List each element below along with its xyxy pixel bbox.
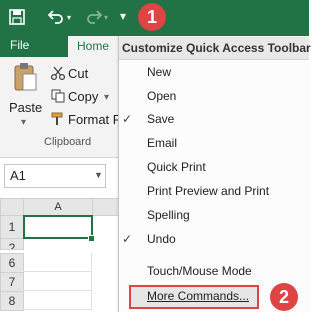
copy-button[interactable]: Copy bbox=[68, 89, 98, 104]
redo-dropdown-icon[interactable]: ▾ bbox=[104, 10, 108, 26]
menu-item-label: Quick Print bbox=[147, 160, 206, 174]
menu-item-label: Touch/Mouse Mode bbox=[147, 264, 252, 278]
menu-title: Customize Quick Access Toolbar bbox=[122, 41, 311, 55]
step-2-badge: 2 bbox=[270, 283, 298, 311]
undo-icon[interactable] bbox=[47, 8, 64, 28]
column-header-b[interactable] bbox=[92, 198, 120, 216]
menu-item-label: Spelling bbox=[147, 208, 190, 222]
step-1-badge: 1 bbox=[138, 3, 166, 31]
menu-item-label: Save bbox=[147, 112, 175, 126]
copy-icon[interactable] bbox=[51, 89, 65, 106]
cell[interactable] bbox=[23, 272, 92, 291]
row-header-6[interactable]: 6 bbox=[0, 253, 24, 273]
row-header-8[interactable]: 8 bbox=[0, 291, 24, 311]
tab-file[interactable]: File bbox=[10, 38, 29, 52]
menu-item-label: Undo bbox=[147, 232, 176, 246]
cut-button[interactable]: Cut bbox=[68, 66, 88, 81]
name-box-dropdown-icon[interactable]: ▼ bbox=[94, 170, 103, 180]
menu-item-label: More Commands... bbox=[147, 289, 250, 303]
tab-home[interactable]: Home bbox=[68, 36, 118, 57]
row-header-1[interactable]: 1 bbox=[0, 215, 24, 239]
select-all-corner[interactable] bbox=[0, 198, 24, 216]
redo-icon[interactable] bbox=[86, 8, 103, 28]
customize-qat-dropdown-icon[interactable]: ▾ bbox=[120, 8, 126, 24]
format-painter-button[interactable]: Format P bbox=[68, 112, 121, 127]
row-header-2[interactable]: 2 bbox=[0, 238, 24, 250]
checkmark-icon: ✓ bbox=[122, 232, 133, 246]
fill-handle[interactable] bbox=[88, 235, 95, 242]
menu-item-label: Open bbox=[147, 89, 177, 103]
menu-item-label: Print Preview and Print bbox=[147, 184, 270, 198]
name-box-value: A1 bbox=[10, 168, 26, 183]
row-header-7[interactable]: 7 bbox=[0, 272, 24, 292]
column-header-a[interactable]: A bbox=[23, 198, 93, 216]
undo-dropdown-icon[interactable]: ▾ bbox=[67, 10, 71, 26]
menu-item-label: Email bbox=[147, 136, 178, 150]
paste-icon[interactable] bbox=[12, 62, 38, 95]
cell[interactable] bbox=[23, 291, 92, 310]
paste-dropdown-icon[interactable]: ▾ bbox=[21, 117, 26, 128]
cut-icon[interactable] bbox=[50, 66, 66, 83]
format-painter-icon[interactable] bbox=[51, 112, 65, 129]
paste-button[interactable]: Paste bbox=[9, 100, 42, 115]
save-icon[interactable] bbox=[9, 9, 25, 29]
menu-item-label: New bbox=[147, 65, 172, 79]
active-cell-a1[interactable] bbox=[23, 215, 93, 239]
clipboard-group-label: Clipboard bbox=[44, 136, 92, 148]
checkmark-icon: ✓ bbox=[122, 112, 133, 126]
copy-dropdown-icon[interactable]: ▾ bbox=[104, 92, 109, 103]
cell[interactable] bbox=[23, 253, 92, 272]
